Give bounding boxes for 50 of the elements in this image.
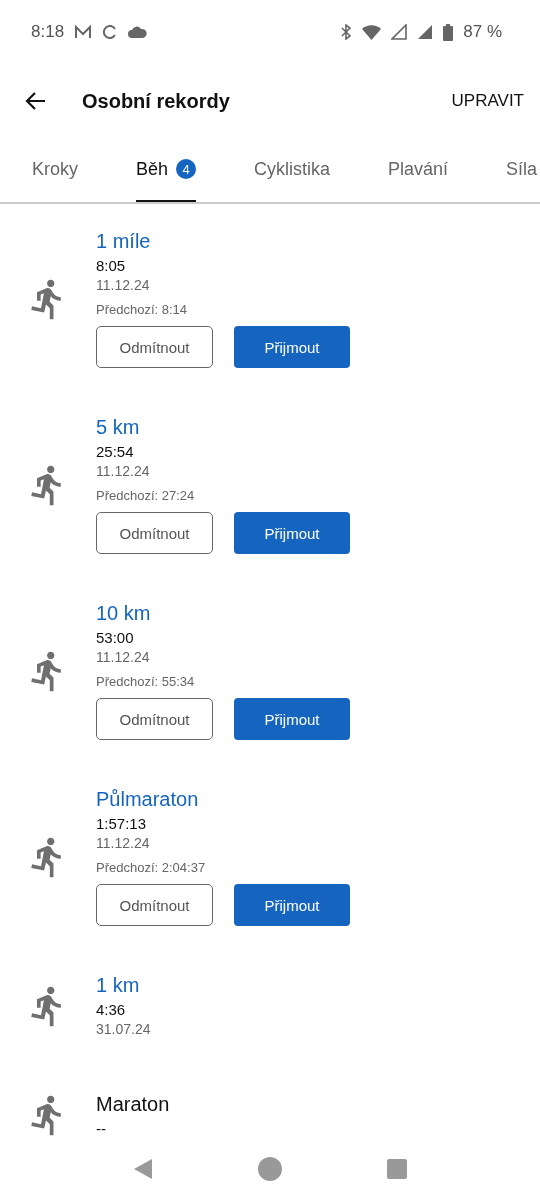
- home-icon[interactable]: [258, 1157, 282, 1181]
- record-title: Maraton: [96, 1093, 170, 1116]
- record-time: 53:00: [96, 629, 135, 646]
- previous-record: Předchozí: 27:24: [96, 488, 196, 503]
- record-title: Půlmaraton: [96, 788, 200, 811]
- battery-icon: [443, 23, 454, 41]
- battery-level: 87 %: [463, 22, 502, 42]
- recents-icon[interactable]: [387, 1159, 408, 1179]
- record-title: 1 km: [96, 974, 141, 997]
- edit-button[interactable]: UPRAVIT: [451, 83, 524, 119]
- record-date: 11.12.24: [96, 835, 151, 851]
- accept-button[interactable]: Přijmout: [234, 698, 350, 740]
- record-date: 11.12.24: [96, 463, 151, 479]
- tab[interactable]: Plavání: [388, 138, 449, 202]
- mail-icon: [74, 25, 93, 39]
- tab[interactable]: Kroky: [32, 138, 78, 202]
- reject-button[interactable]: Odmítnout: [96, 884, 213, 926]
- reject-button[interactable]: Odmítnout: [96, 326, 213, 368]
- record-time: 4:36: [96, 1001, 127, 1018]
- tab[interactable]: Síla: [506, 138, 538, 202]
- signal-icon: [391, 24, 408, 40]
- tab[interactable]: Cyklistika: [254, 138, 331, 202]
- signal-icon: [417, 24, 434, 40]
- wifi-icon: [362, 24, 382, 40]
- accept-button[interactable]: Přijmout: [234, 884, 350, 926]
- count-badge: 4: [176, 159, 197, 179]
- reject-button[interactable]: Odmítnout: [96, 698, 213, 740]
- record-title: 1 míle: [96, 230, 152, 253]
- record-time: 1:57:13: [96, 815, 148, 832]
- status-time: 8:18: [31, 22, 65, 42]
- bluetooth-icon: [340, 24, 353, 40]
- record-title: 10 km: [96, 602, 152, 625]
- accept-button[interactable]: Přijmout: [234, 512, 350, 554]
- accept-button[interactable]: Přijmout: [234, 326, 350, 368]
- previous-record: Předchozí: 55:34: [96, 674, 196, 689]
- record-date: 31.07.24: [96, 1021, 151, 1037]
- reject-button[interactable]: Odmítnout: [96, 512, 213, 554]
- record-time: --: [96, 1120, 107, 1137]
- back-icon[interactable]: [132, 1158, 153, 1180]
- record-date: 11.12.24: [96, 649, 151, 665]
- tab[interactable]: Běh 4: [136, 138, 197, 202]
- previous-record: Předchozí: 8:14: [96, 302, 189, 317]
- cloud-icon: [128, 26, 148, 38]
- previous-record: Předchozí: 2:04:37: [96, 860, 207, 875]
- record-title: 5 km: [96, 416, 141, 439]
- record-date: 11.12.24: [96, 277, 151, 293]
- record-time: 25:54: [96, 443, 135, 460]
- record-time: 8:05: [96, 257, 127, 274]
- screen-title: Osobní rekordy: [82, 89, 231, 113]
- sync-icon: [102, 24, 119, 40]
